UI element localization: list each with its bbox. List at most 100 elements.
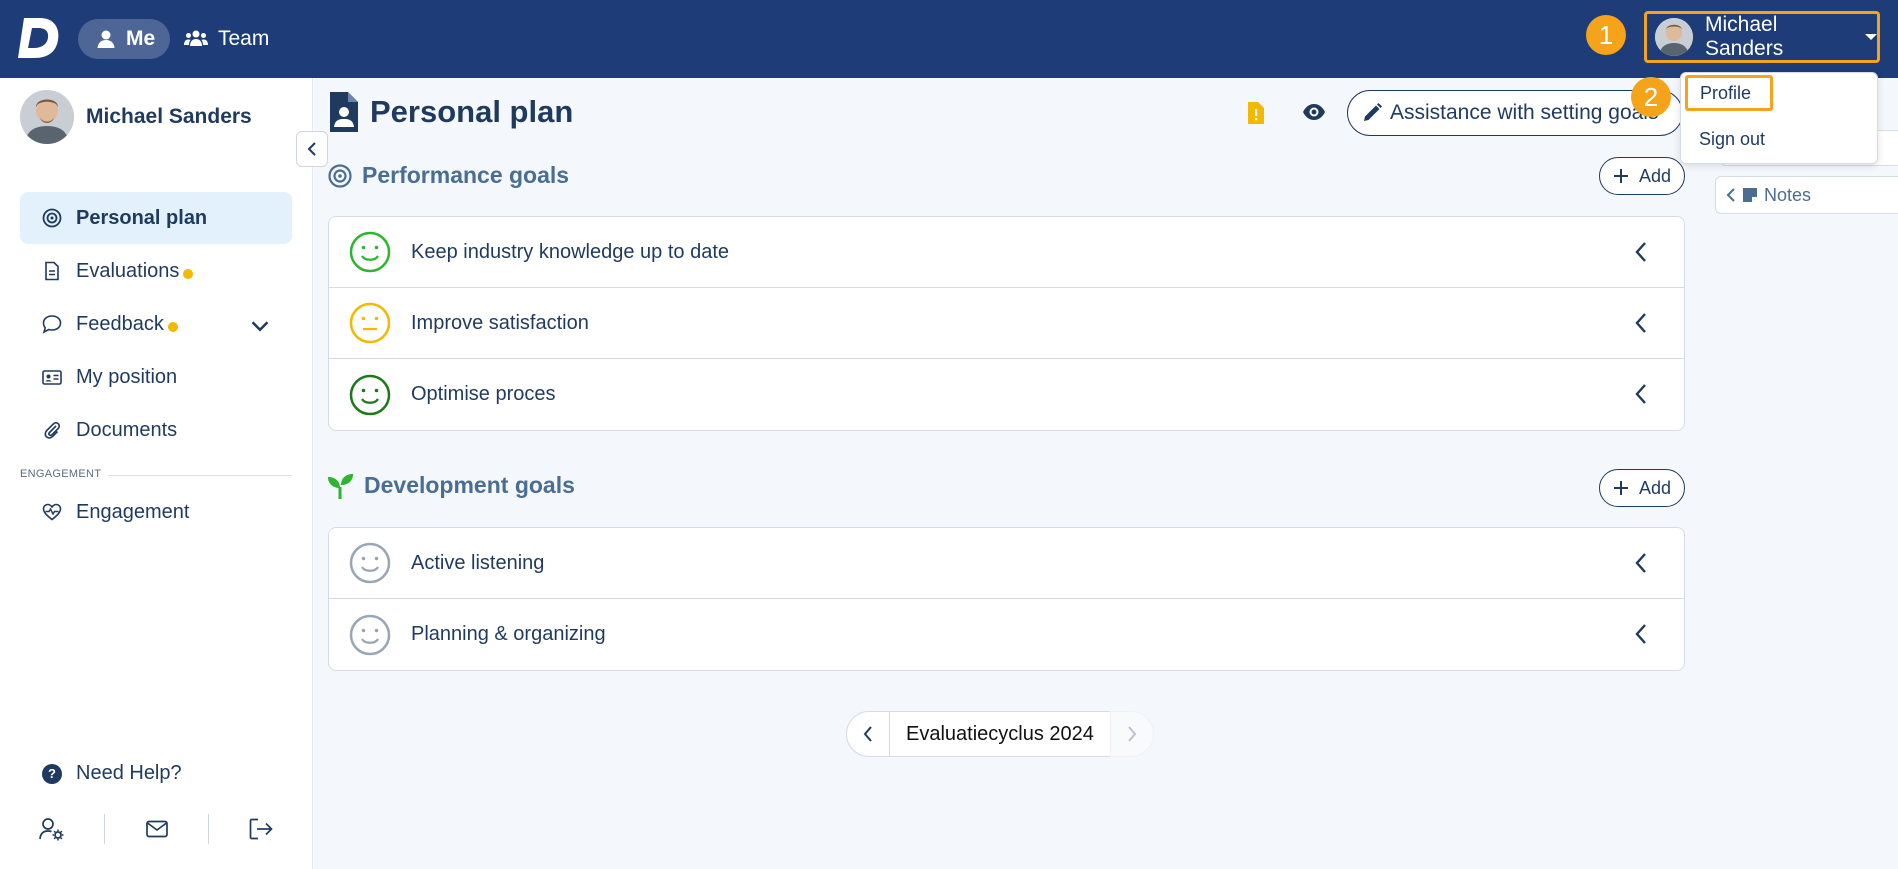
notes-label: Notes: [1764, 184, 1812, 205]
menu-item-sign-out[interactable]: Sign out: [1699, 129, 1765, 150]
app-logo[interactable]: [18, 16, 60, 60]
smiley-happy-icon: [349, 231, 391, 273]
sidebar-item-engagement[interactable]: Engagement: [20, 486, 292, 538]
page-title: Personal plan: [328, 92, 573, 132]
sidebar-collapse-button[interactable]: [296, 131, 328, 167]
page-title-text: Personal plan: [370, 94, 574, 129]
nav-team[interactable]: Team: [184, 19, 294, 59]
goal-label: Keep industry knowledge up to date: [411, 240, 729, 263]
sidebar-item-label: Personal plan: [76, 206, 208, 229]
sidebar-item-documents[interactable]: Documents: [20, 404, 292, 456]
envelope-icon: [145, 820, 168, 838]
goal-row[interactable]: Active listening: [329, 528, 1684, 599]
chevron-left-icon[interactable]: [1634, 623, 1648, 645]
smiley-happy-icon: [349, 542, 391, 584]
previous-cycle-button[interactable]: [846, 711, 890, 757]
question-icon: ?: [42, 763, 62, 784]
plus-icon: [1613, 169, 1628, 183]
sidebar-item-personal-plan[interactable]: Personal plan: [20, 192, 292, 244]
sidebar-footer: [0, 804, 313, 854]
cycle-switcher: Evaluatiecyclus 2024: [846, 711, 1154, 757]
id-card-icon: [42, 370, 62, 385]
chevron-left-icon: [863, 726, 872, 742]
performance-goals-heading: Performance goals: [328, 162, 569, 189]
user-gear-icon: [38, 818, 64, 841]
chevron-right-icon: [1128, 726, 1137, 742]
section-divider: [108, 475, 292, 476]
notification-dot: [167, 322, 178, 332]
section-label-engagement: ENGAGEMENT: [20, 468, 102, 480]
sidebar-item-label: Documents: [76, 418, 178, 441]
add-performance-goal-button[interactable]: Add: [1599, 157, 1685, 195]
performance-goal-list: Keep industry knowledge up to date Impro…: [328, 216, 1685, 431]
heart-pulse-icon: [42, 503, 62, 521]
profile-document-icon: [330, 92, 358, 132]
sidebar-user-name: Michael Sanders: [86, 105, 252, 128]
add-label: Add: [1638, 477, 1672, 498]
notes-tab[interactable]: Notes: [1715, 176, 1898, 214]
users-icon: [184, 30, 208, 46]
caret-down-icon: [1865, 34, 1877, 40]
nav-me[interactable]: Me: [78, 19, 170, 59]
plus-icon: [1613, 481, 1628, 495]
user-settings-button[interactable]: [0, 814, 104, 844]
sidebar-item-evaluations[interactable]: Evaluations: [20, 245, 292, 297]
step-badge-2: 2: [1631, 77, 1671, 117]
top-bar: Me Team 1 Michael Sanders: [0, 0, 1898, 78]
goal-label: Planning & organizing: [411, 623, 606, 645]
sidebar-item-label: Engagement: [76, 500, 190, 523]
chevron-left-icon: [307, 142, 316, 156]
notification-dot: [183, 269, 194, 279]
chevron-down-icon[interactable]: [250, 316, 270, 336]
main-content: Personal plan Assistance with setting go…: [314, 78, 1898, 869]
logout-button[interactable]: [209, 814, 313, 844]
goal-row[interactable]: Keep industry knowledge up to date: [329, 217, 1684, 288]
sticky-note-icon: [1743, 188, 1757, 202]
goal-label: Improve satisfaction: [411, 311, 589, 334]
sidebar-item-label: Evaluations: [76, 259, 180, 282]
user-dropdown-menu: Profile Sign out: [1680, 72, 1878, 164]
target-icon: [328, 163, 352, 188]
user-menu-name: Michael Sanders: [1705, 13, 1784, 60]
chevron-left-icon[interactable]: [1634, 241, 1648, 263]
sidebar-item-feedback[interactable]: Feedback: [20, 298, 292, 350]
user-menu-button[interactable]: Michael Sanders: [1644, 11, 1880, 63]
avatar: [20, 90, 74, 144]
sidebar-item-label: Feedback: [76, 312, 164, 335]
smiley-neutral-icon: [349, 302, 391, 344]
chevron-left-icon[interactable]: [1634, 383, 1648, 405]
goal-label: Optimise proces: [411, 383, 556, 405]
chat-icon: [42, 315, 62, 334]
cycle-label: Evaluatiecyclus 2024: [890, 711, 1110, 757]
messages-button[interactable]: [105, 814, 209, 844]
next-cycle-button[interactable]: [1109, 711, 1154, 757]
sidebar-user[interactable]: Michael Sanders: [20, 90, 252, 144]
development-goals-heading: Development goals: [328, 472, 575, 499]
smiley-happy-icon: [349, 614, 391, 655]
help-label: Need Help?: [76, 762, 182, 784]
file-alert-icon[interactable]: [1248, 102, 1264, 124]
chevron-left-icon: [1726, 188, 1735, 202]
sidebar: Michael Sanders Personal plan Evaluation…: [0, 78, 313, 869]
eye-icon[interactable]: [1302, 103, 1326, 121]
sidebar-item-label: My position: [76, 365, 178, 388]
target-icon: [42, 208, 62, 228]
logout-icon: [249, 818, 273, 840]
nav-team-label: Team: [218, 27, 270, 50]
goal-row[interactable]: Planning & organizing: [329, 599, 1684, 670]
chevron-left-icon[interactable]: [1634, 312, 1648, 334]
assistance-label: Assistance with setting goals: [1390, 101, 1659, 124]
help-link[interactable]: ? Need Help?: [42, 762, 182, 785]
goal-row[interactable]: Optimise proces: [329, 359, 1684, 430]
avatar: [1655, 18, 1693, 56]
add-label: Add: [1638, 165, 1672, 186]
section-title: Performance goals: [362, 162, 570, 188]
chevron-left-icon[interactable]: [1634, 552, 1648, 574]
add-development-goal-button[interactable]: Add: [1599, 469, 1685, 507]
menu-item-profile[interactable]: Profile: [1685, 75, 1773, 111]
step-badge-1: 1: [1586, 15, 1626, 55]
pencil-icon: [1364, 103, 1382, 121]
goal-row[interactable]: Improve satisfaction: [329, 288, 1684, 359]
sidebar-item-my-position[interactable]: My position: [20, 351, 292, 403]
document-icon: [45, 261, 59, 281]
